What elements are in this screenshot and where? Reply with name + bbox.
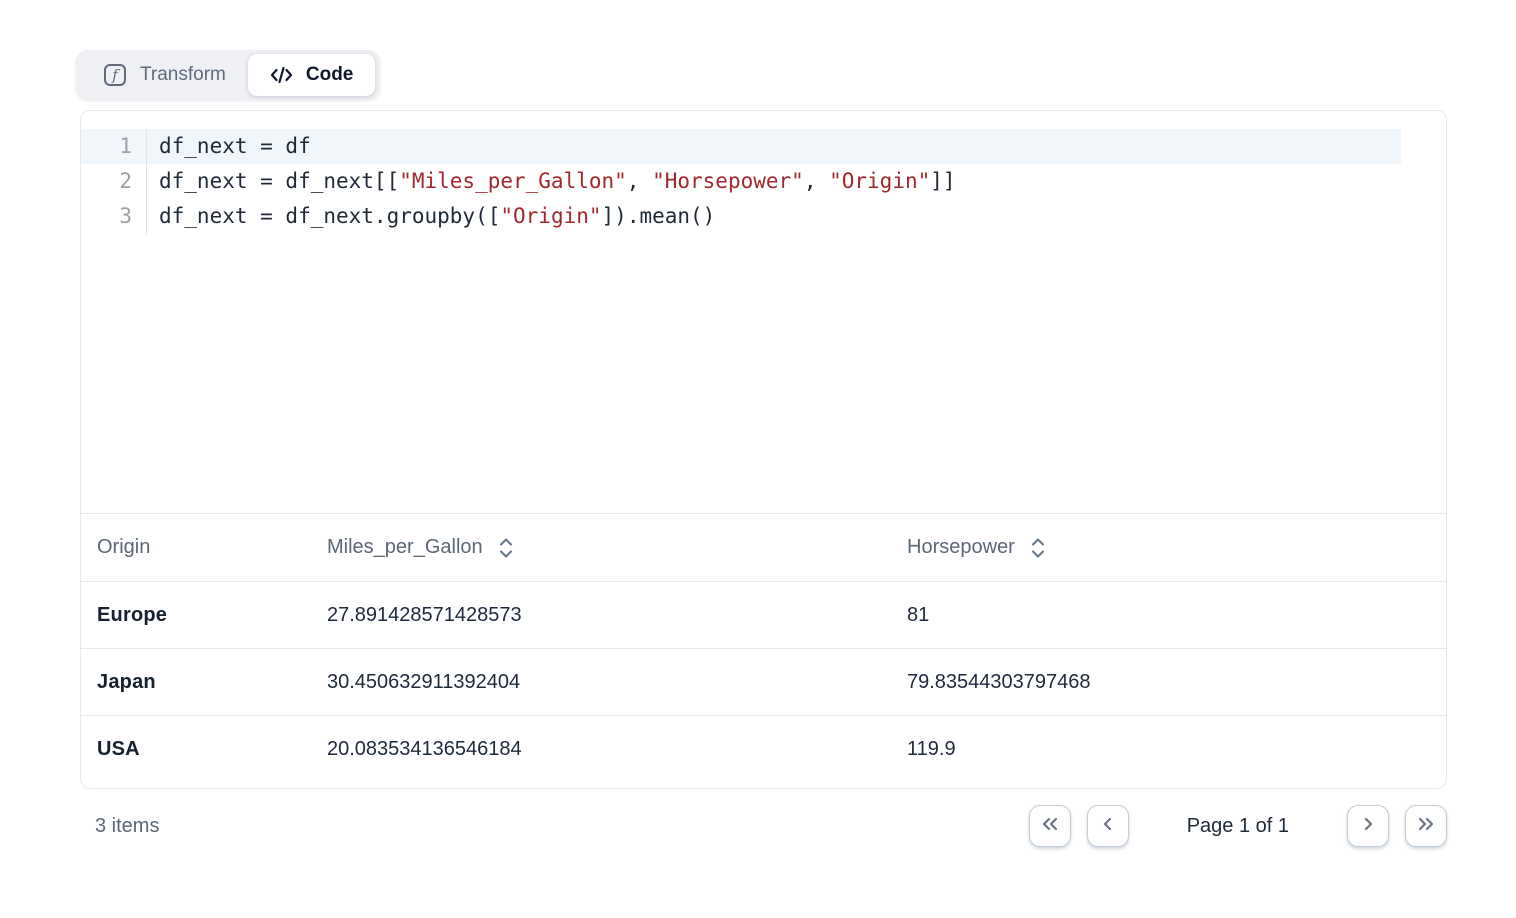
- next-page-icon: [1356, 812, 1380, 841]
- pagination: Page 1 of 1: [1029, 805, 1447, 847]
- line-number: 3: [81, 199, 147, 234]
- value-cell: 20.083534136546184: [311, 716, 891, 783]
- row-index-cell: Japan: [81, 649, 311, 716]
- value-cell: 119.9: [891, 716, 1446, 783]
- row-index-cell: Europe: [81, 582, 311, 649]
- first-page-icon: [1038, 812, 1062, 841]
- last-page-button[interactable]: [1405, 805, 1447, 847]
- tab-code[interactable]: Code: [248, 54, 376, 96]
- table-row: Europe27.89142857142857381: [81, 582, 1446, 649]
- result-table: Origin Miles_per_Gallon Horsepower Europe2…: [81, 513, 1446, 783]
- tab-transform[interactable]: f Transform: [81, 54, 248, 96]
- previous-page-icon: [1096, 812, 1120, 841]
- column-label: Miles_per_Gallon: [327, 536, 483, 559]
- column-label: Origin: [97, 536, 150, 559]
- value-cell: 27.891428571428573: [311, 582, 891, 649]
- sort-icon[interactable]: [498, 535, 514, 561]
- code-line[interactable]: 1df_next = df: [81, 129, 1401, 164]
- row-index-cell: USA: [81, 716, 311, 783]
- column-header-origin: Origin: [81, 514, 311, 582]
- code-editor[interactable]: 1df_next = df2df_next = df_next[["Miles_…: [81, 111, 1446, 513]
- code-and-result-card: 1df_next = df2df_next = df_next[["Miles_…: [80, 110, 1447, 789]
- last-page-icon: [1414, 812, 1438, 841]
- code-line[interactable]: 3df_next = df_next.groupby(["Origin"]).m…: [81, 199, 1401, 234]
- code-text: df_next = df_next.groupby(["Origin"]).me…: [147, 199, 715, 234]
- code-text: df_next = df: [147, 129, 311, 164]
- line-number: 2: [81, 164, 147, 199]
- page-indicator: Page 1 of 1: [1187, 815, 1289, 838]
- items-count: 3 items: [80, 815, 159, 838]
- column-header-miles_per_gallon[interactable]: Miles_per_Gallon: [311, 514, 891, 582]
- code-line[interactable]: 2df_next = df_next[["Miles_per_Gallon", …: [81, 164, 1401, 199]
- code-lines: 1df_next = df2df_next = df_next[["Miles_…: [81, 129, 1446, 234]
- code-icon: [270, 64, 293, 86]
- table-footer: 3 items Page 1 of 1: [80, 801, 1447, 851]
- line-number: 1: [81, 129, 147, 164]
- previous-page-button[interactable]: [1087, 805, 1129, 847]
- table-header-row: Origin Miles_per_Gallon Horsepower: [81, 514, 1446, 582]
- value-cell: 81: [891, 582, 1446, 649]
- code-text: df_next = df_next[["Miles_per_Gallon", "…: [147, 164, 956, 199]
- next-page-button[interactable]: [1347, 805, 1389, 847]
- tab-code-label: Code: [306, 64, 354, 86]
- column-label: Horsepower: [907, 536, 1015, 559]
- value-cell: 30.450632911392404: [311, 649, 891, 716]
- table-row: Japan30.45063291139240479.83544303797468: [81, 649, 1446, 716]
- value-cell: 79.83544303797468: [891, 649, 1446, 716]
- svg-text:f: f: [111, 66, 120, 84]
- first-page-button[interactable]: [1029, 805, 1071, 847]
- table-row: USA20.083534136546184119.9: [81, 716, 1446, 783]
- view-mode-tabs: f Transform Code: [76, 50, 380, 100]
- column-header-horsepower[interactable]: Horsepower: [891, 514, 1446, 582]
- sort-icon[interactable]: [1030, 535, 1046, 561]
- function-icon: f: [103, 63, 127, 87]
- tab-transform-label: Transform: [140, 64, 226, 86]
